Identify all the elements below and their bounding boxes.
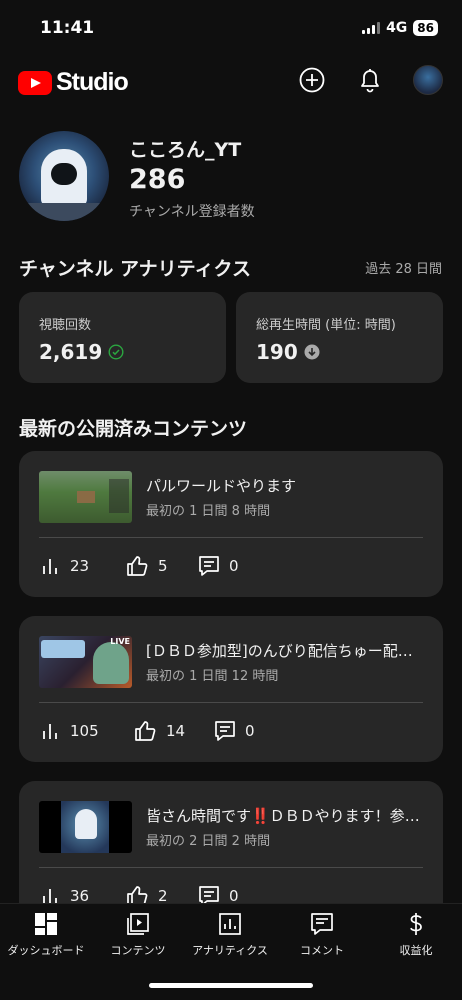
channel-summary: こころん_YT 286 チャンネル登録者数 — [19, 131, 443, 221]
video-thumbnail[interactable] — [39, 801, 132, 853]
nav-label: コメント — [300, 944, 344, 957]
views-value: 2,619 — [39, 340, 103, 364]
channel-name: こころん_YT — [129, 139, 242, 161]
subscriber-label: チャンネル登録者数 — [129, 204, 255, 220]
account-avatar[interactable] — [412, 64, 444, 96]
battery-icon: 86 — [413, 20, 438, 36]
live-badge: LIVE — [110, 637, 130, 646]
thumbs-up-icon — [135, 721, 156, 741]
likes-count: 14 — [166, 722, 186, 740]
video-title: パルワールドやります — [146, 477, 297, 495]
video-subtitle: 最初の 2 日間 2 時間 — [146, 834, 271, 849]
comment-icon — [311, 913, 333, 935]
analytics-title: チャンネル アナリティクス — [19, 258, 251, 280]
subscriber-count: 286 — [129, 164, 186, 195]
video-title: [ＤＢＤ参加型]のんびり配信ちゅー配信中 — [146, 642, 426, 660]
comment-icon — [215, 721, 235, 741]
status-bar: 11:41 4G 86 — [0, 0, 462, 50]
network-type: 4G — [386, 20, 408, 36]
check-circle-icon — [108, 344, 124, 360]
analytics-icon — [219, 913, 241, 935]
divider — [39, 702, 423, 703]
arrow-down-circle-icon — [304, 344, 320, 360]
nav-label: 収益化 — [399, 944, 433, 957]
video-thumbnail[interactable]: LIVE — [39, 636, 132, 688]
watch-time-value: 190 — [256, 340, 298, 364]
notifications-icon[interactable] — [354, 64, 386, 96]
nav-comments[interactable]: コメント — [276, 912, 368, 958]
video-subtitle: 最初の 1 日間 12 時間 — [146, 669, 279, 684]
views-card[interactable]: 視聴回数 2,619 — [19, 292, 226, 383]
views-count: 105 — [70, 722, 99, 740]
divider — [39, 537, 423, 538]
comments-count: 0 — [229, 557, 239, 575]
views-bar-icon — [43, 559, 57, 574]
studio-logo: Studio — [18, 68, 129, 97]
video-thumbnail[interactable] — [39, 471, 132, 523]
content-icon — [127, 913, 149, 935]
thumbs-up-icon — [127, 556, 148, 576]
nav-earn[interactable]: 収益化 — [370, 912, 462, 958]
views-count: 23 — [70, 557, 90, 575]
signal-icon — [362, 22, 381, 34]
analytics-period: 過去 28 日間 — [365, 262, 442, 277]
channel-avatar[interactable] — [19, 131, 109, 221]
divider — [39, 867, 423, 868]
comment-icon — [199, 556, 219, 576]
dashboard-icon — [35, 913, 57, 935]
nav-content[interactable]: コンテンツ — [92, 912, 184, 958]
home-indicator[interactable] — [149, 983, 313, 988]
status-time: 11:41 — [40, 18, 95, 38]
content-card[interactable]: パルワールドやります 最初の 1 日間 8 時間 23 5 0 — [19, 451, 443, 597]
likes-count: 5 — [158, 557, 168, 575]
watch-time-card[interactable]: 総再生時間 (単位: 時間) 190 — [236, 292, 443, 383]
comments-count: 0 — [245, 722, 255, 740]
status-right: 4G 86 — [362, 20, 438, 36]
youtube-play-icon — [18, 70, 52, 95]
create-icon[interactable] — [296, 64, 328, 96]
video-subtitle: 最初の 1 日間 8 時間 — [146, 504, 271, 519]
logo-text: Studio — [56, 68, 129, 96]
video-title: 皆さん時間です‼️ＤＢＤやります！参加型 — [146, 807, 426, 825]
latest-title: 最新の公開済みコンテンツ — [19, 418, 248, 440]
dollar-icon — [410, 913, 422, 935]
watch-time-label: 総再生時間 (単位: 時間) — [256, 318, 396, 333]
views-bar-icon — [43, 724, 57, 739]
app-header: Studio — [18, 64, 444, 102]
nav-label: アナリティクス — [192, 944, 268, 957]
nav-dashboard[interactable]: ダッシュボード — [0, 912, 92, 958]
nav-analytics[interactable]: アナリティクス — [184, 912, 276, 958]
content-card[interactable]: LIVE [ＤＢＤ参加型]のんびり配信ちゅー配信中 最初の 1 日間 12 時間… — [19, 616, 443, 762]
nav-label: ダッシュボード — [7, 944, 85, 957]
views-label: 視聴回数 — [39, 318, 92, 333]
nav-label: コンテンツ — [110, 944, 166, 957]
